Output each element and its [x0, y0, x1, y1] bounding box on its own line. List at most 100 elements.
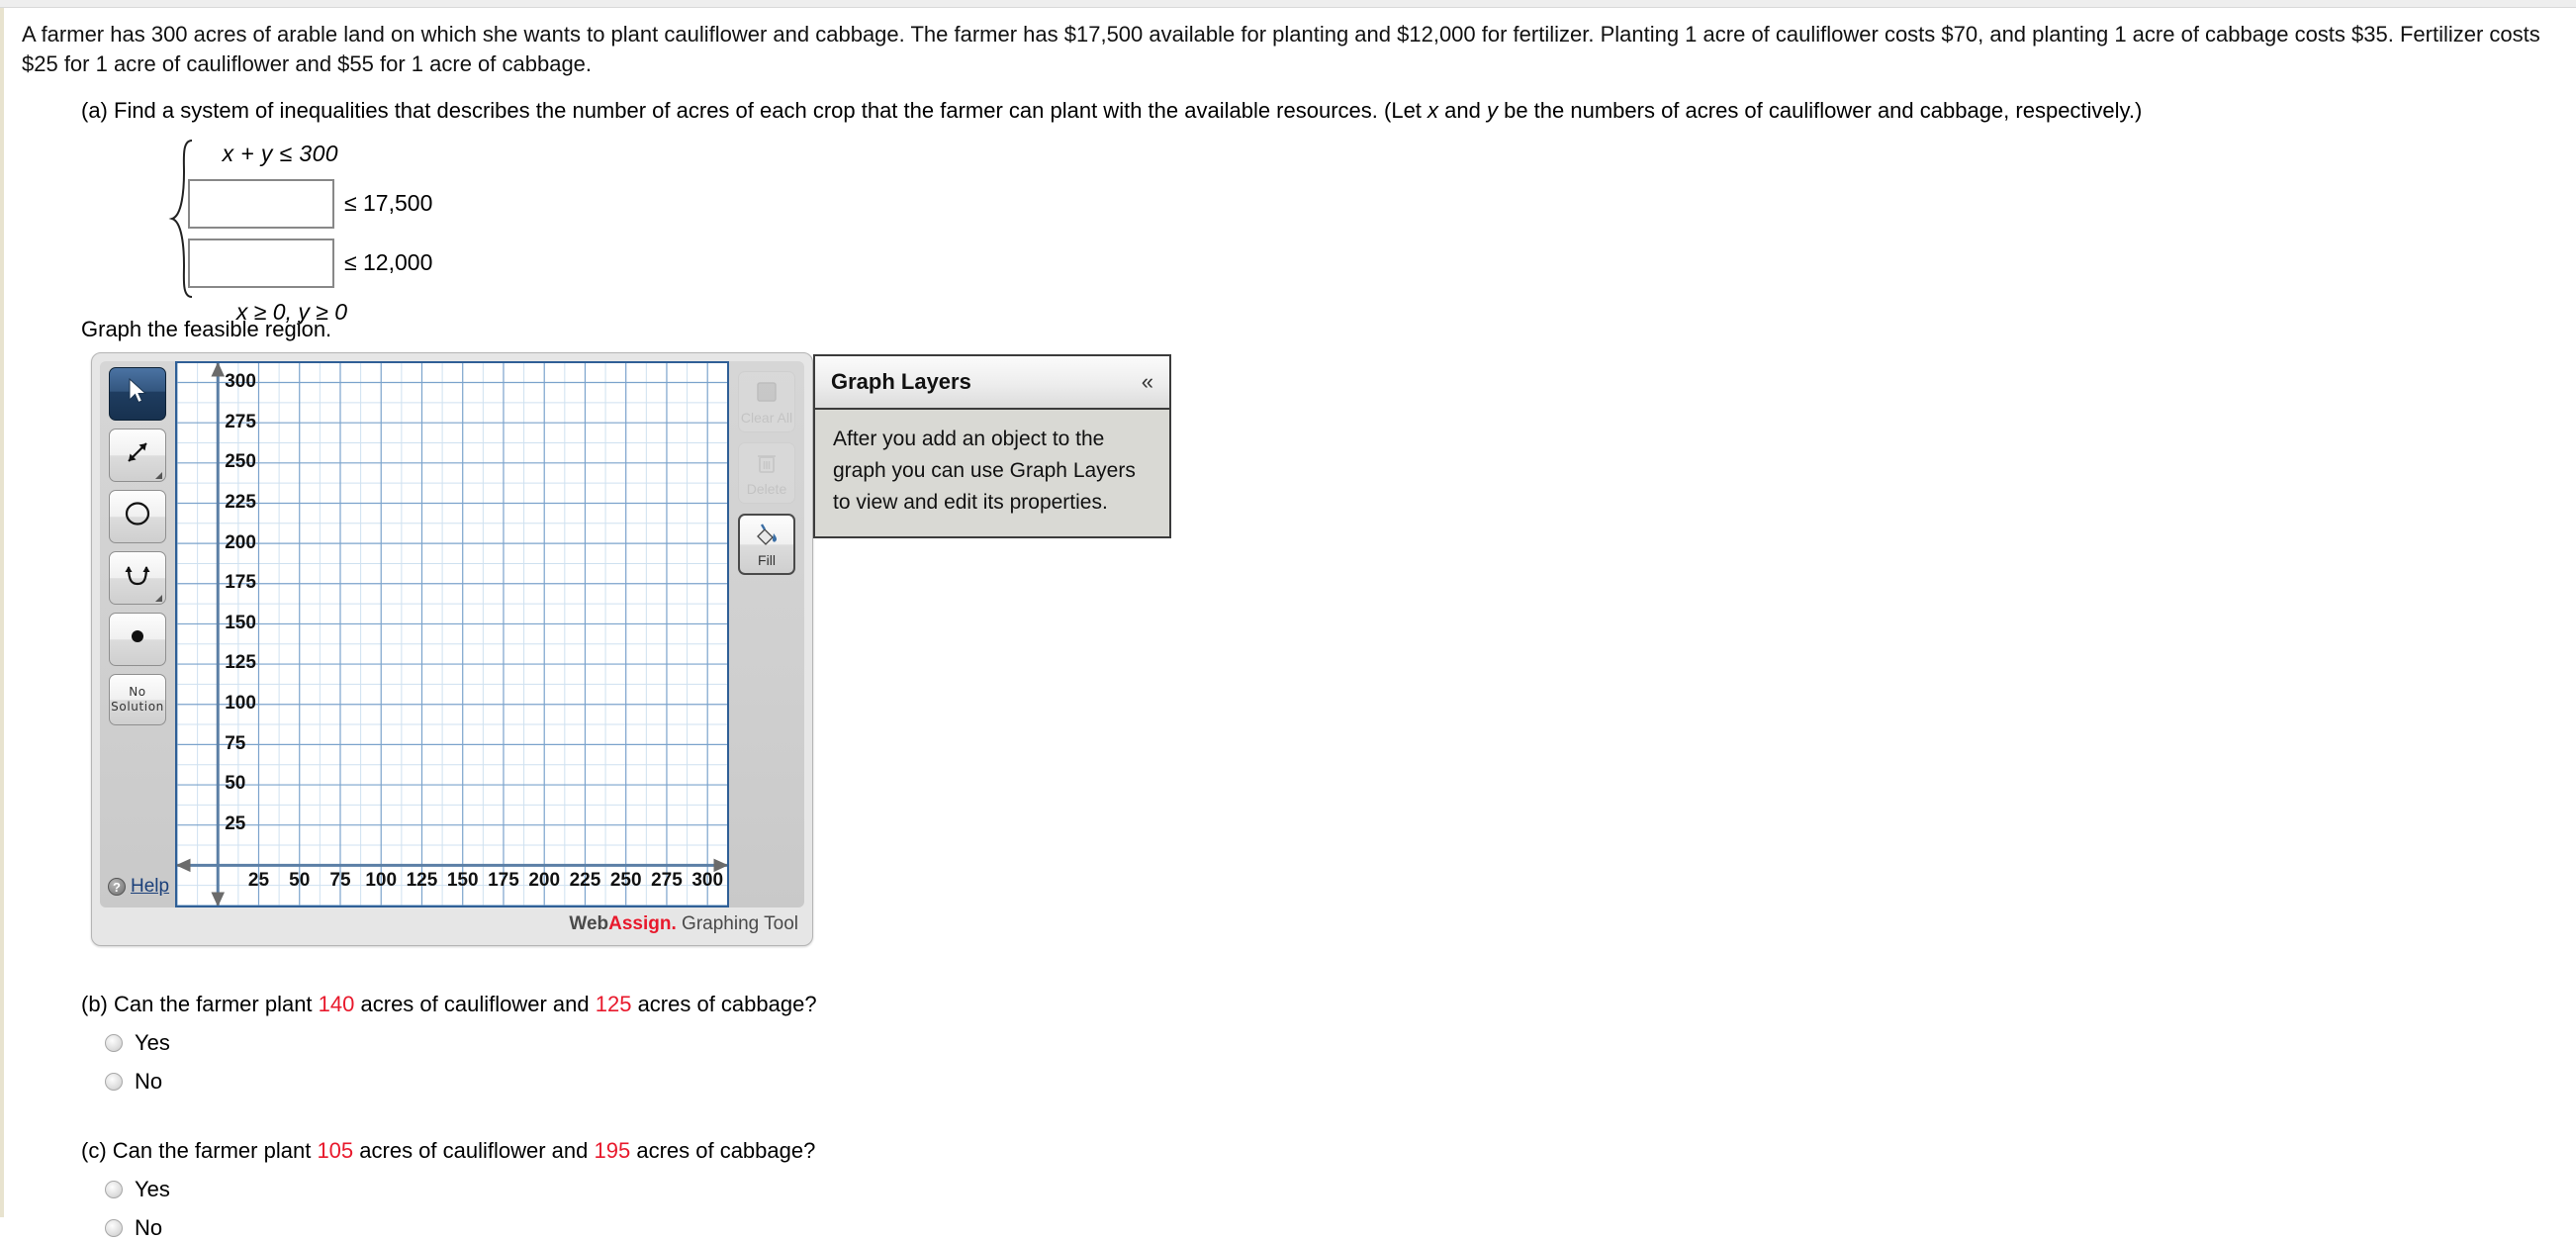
y-axis-tick-label: 75 [225, 732, 246, 754]
help-link[interactable]: ? Help [108, 876, 169, 898]
webassign-tool-text: Graphing Tool [676, 913, 798, 935]
y-axis-tick-label: 225 [225, 491, 256, 513]
x-axis-tick-label: 200 [528, 869, 561, 891]
webassign-footer: WebAssign. Graphing Tool [569, 913, 798, 935]
part-b-value-1: 140 [318, 992, 355, 1017]
part-a-prompt-text-2: and [1438, 97, 1487, 123]
radio-no-icon[interactable] [105, 1219, 123, 1238]
system-row-3: ≤ 12,000 [188, 234, 663, 293]
part-b-no-label[interactable]: No [135, 1069, 162, 1095]
part-b-mid: acres of cauliflower and [354, 992, 596, 1017]
x-axis-tick-label: 225 [569, 869, 601, 891]
page-top-strip [0, 0, 2576, 8]
system-row-2-rhs: ≤ 17,500 [344, 190, 433, 217]
system-row-4-text: x ≥ 0, y ≥ 0 [235, 299, 348, 326]
y-axis-tick-label: 275 [225, 411, 256, 432]
graph-tick-labels: 25 50 75 100 125 150 175 200 225 250 275 300 25 50 75 1… [177, 363, 727, 906]
graph-plot-area[interactable]: 25 50 75 100 125 150 175 200 225 250 275 300 25 50 75 1… [175, 361, 729, 908]
part-a-section: (a) Find a system of inequalities that d… [4, 97, 2572, 326]
line-tool-button[interactable] [109, 429, 166, 483]
y-axis-tick-label: 125 [225, 652, 256, 674]
square-icon [754, 379, 780, 408]
point-tool-button[interactable] [109, 613, 166, 667]
graph-layers-body: After you add an object to the graph you… [833, 428, 1136, 514]
circle-tool-button[interactable] [109, 490, 166, 544]
chevron-dropdown-icon[interactable] [155, 595, 162, 603]
parabola-icon [123, 560, 152, 596]
part-b-prefix: (b) Can the farmer plant [81, 992, 319, 1017]
system-row-3-rhs: ≤ 12,000 [344, 249, 433, 276]
part-b-yes-label[interactable]: Yes [135, 1030, 170, 1056]
delete-label: Delete [746, 480, 787, 497]
pointer-icon [127, 377, 148, 411]
fill-label: Fill [758, 551, 776, 568]
parabola-tool-button[interactable] [109, 551, 166, 606]
clear-all-button[interactable]: Clear All [738, 371, 795, 433]
y-axis-tick-label: 250 [225, 451, 256, 473]
inequality-system: x + y ≤ 300 ≤ 17,500 ≤ 12,000 x ≥ 0, y ≥… [81, 135, 694, 325]
x-axis-tick-label: 75 [329, 869, 351, 891]
graph-layers-title: Graph Layers [831, 369, 971, 394]
radio-no-icon[interactable] [105, 1073, 123, 1092]
x-axis-tick-label: 50 [289, 869, 311, 891]
part-a-prompt-text-3: be the numbers of acres of cauliflower a… [1497, 97, 2143, 123]
y-axis-tick-label: 175 [225, 572, 256, 594]
part-a-prompt-text-1: (a) Find a system of inequalities that d… [81, 97, 1428, 123]
part-b-question: (b) Can the farmer plant 140 acres of ca… [81, 992, 2572, 1017]
collapse-panel-icon[interactable]: « [1142, 369, 1153, 395]
system-row-2: ≤ 17,500 [188, 174, 663, 234]
delete-button[interactable]: Delete [738, 442, 795, 505]
paint-bucket-icon [753, 522, 781, 550]
graphing-tool-inner: No Solution ? Help 25 50 75 100 125 150 175 200… [100, 361, 804, 908]
clear-all-label: Clear All [740, 409, 793, 426]
x-axis-tick-label: 125 [406, 869, 438, 891]
y-axis-tick-label: 25 [225, 813, 246, 835]
graph-toolbar-left: No Solution ? Help [100, 361, 175, 908]
no-solution-line-2: Solution [111, 700, 164, 715]
x-axis-tick-label: 150 [446, 869, 479, 891]
fill-button[interactable]: Fill [738, 514, 795, 576]
dot-icon [123, 621, 152, 657]
part-c-question: (c) Can the farmer plant 105 acres of ca… [81, 1138, 2572, 1164]
trash-icon [754, 450, 780, 479]
variable-y: y [1486, 97, 1498, 123]
part-c-mid: acres of cauliflower and [353, 1138, 595, 1164]
part-c-option-no[interactable]: No [81, 1215, 2572, 1241]
no-solution-line-1: No [129, 685, 146, 700]
chevron-dropdown-icon[interactable] [155, 472, 162, 480]
radio-yes-icon[interactable] [105, 1034, 123, 1053]
help-label[interactable]: Help [131, 876, 169, 898]
graph-layers-header: Graph Layers « [815, 356, 1169, 410]
x-axis-tick-label: 25 [247, 869, 270, 891]
x-axis-tick-label: 250 [609, 869, 642, 891]
no-solution-label: No Solution [111, 685, 164, 715]
inequality-input-fertilizer[interactable] [188, 239, 334, 289]
part-a-prompt: (a) Find a system of inequalities that d… [81, 97, 2572, 126]
no-solution-button[interactable]: No Solution [109, 674, 166, 726]
system-rows: x + y ≤ 300 ≤ 17,500 ≤ 12,000 x ≥ 0, y ≥… [188, 135, 663, 333]
webassign-assign-text: Assign. [608, 913, 677, 935]
part-c-no-label[interactable]: No [135, 1215, 162, 1241]
part-c-section: (c) Can the farmer plant 105 acres of ca… [4, 1138, 2572, 1241]
part-b-option-no[interactable]: No [81, 1069, 2572, 1095]
pointer-tool-button[interactable] [109, 367, 166, 422]
part-c-yes-label[interactable]: Yes [135, 1177, 170, 1202]
y-axis-tick-label: 100 [225, 693, 256, 715]
y-axis-tick-label: 200 [225, 531, 256, 553]
circle-icon [123, 499, 152, 534]
inequality-input-planting[interactable] [188, 179, 334, 230]
x-axis-tick-label: 175 [488, 869, 519, 891]
part-c-option-yes[interactable]: Yes [81, 1177, 2572, 1202]
part-b-section: (b) Can the farmer plant 140 acres of ca… [4, 992, 2572, 1095]
part-b-option-yes[interactable]: Yes [81, 1030, 2572, 1056]
line-segment-icon [123, 437, 152, 473]
system-row-1: x + y ≤ 300 [188, 135, 663, 174]
radio-yes-icon[interactable] [105, 1181, 123, 1199]
part-c-prefix: (c) Can the farmer plant [81, 1138, 318, 1164]
page-content: A farmer has 300 acres of arable land on… [4, 8, 2572, 1241]
x-axis-tick-label: 300 [691, 869, 724, 891]
y-axis-tick-label: 300 [225, 370, 256, 392]
variable-x: x [1427, 97, 1439, 123]
part-b-value-2: 125 [595, 992, 632, 1017]
graph-toolbar-right: Clear All Delete Fill [729, 361, 804, 908]
